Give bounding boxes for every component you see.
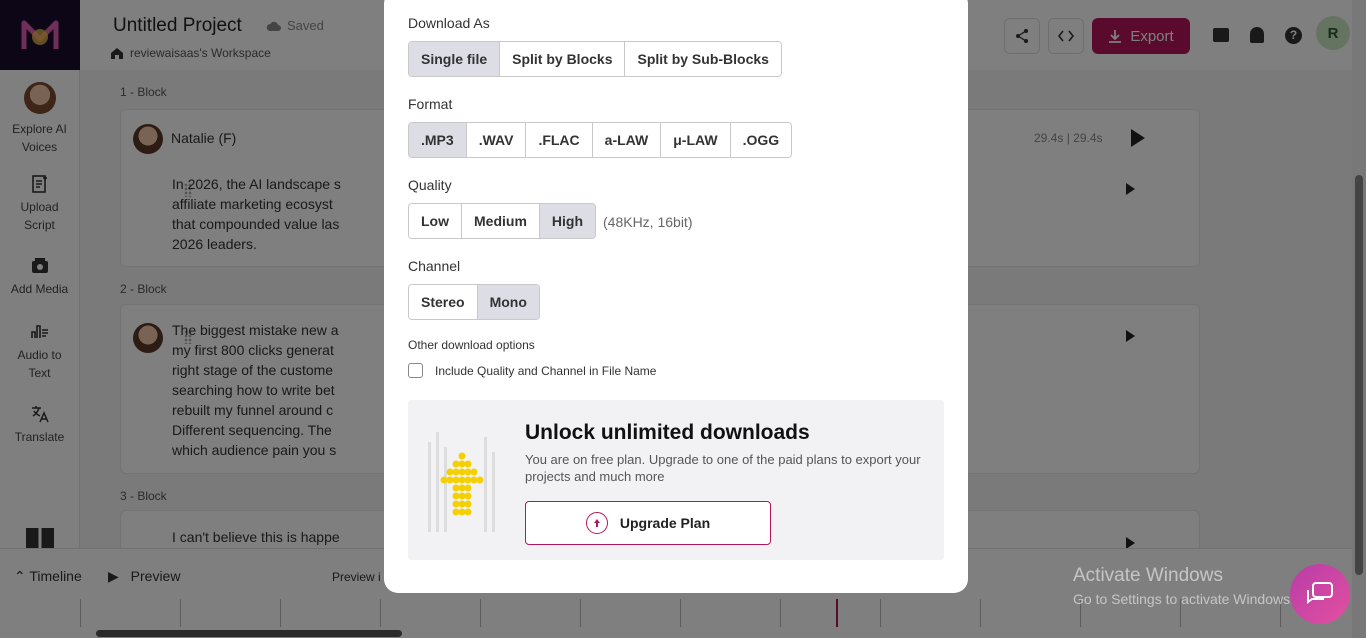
format-mp3[interactable]: .MP3 bbox=[409, 123, 467, 157]
quality-note: (48KHz, 16bit) bbox=[603, 214, 693, 230]
option-split-sub-blocks[interactable]: Split by Sub-Blocks bbox=[625, 42, 781, 76]
channel-selector: Stereo Mono bbox=[408, 284, 540, 320]
upsell-panel: Unlock unlimited downloads You are on fr… bbox=[408, 400, 944, 560]
upgrade-plan-label: Upgrade Plan bbox=[619, 515, 711, 531]
quality-high[interactable]: High bbox=[539, 204, 595, 238]
download-modal: Download As Single file Split by Blocks … bbox=[384, 0, 968, 593]
format-selector: .MP3 .WAV .FLAC a-LAW μ-LAW .OGG bbox=[408, 122, 793, 158]
include-quality-label[interactable]: Include Quality and Channel in File Name bbox=[435, 364, 656, 378]
format-label: Format bbox=[408, 96, 453, 112]
format-ogg[interactable]: .OGG bbox=[730, 123, 792, 157]
download-as-selector: Single file Split by Blocks Split by Sub… bbox=[408, 41, 782, 77]
format-ulaw[interactable]: μ-LAW bbox=[661, 123, 731, 157]
upgrade-plan-button[interactable]: Upgrade Plan bbox=[525, 501, 771, 545]
channel-mono[interactable]: Mono bbox=[477, 285, 539, 319]
include-quality-checkbox[interactable] bbox=[408, 363, 423, 378]
windows-activation-watermark: Activate Windows Go to Settings to activ… bbox=[1073, 565, 1294, 607]
channel-stereo[interactable]: Stereo bbox=[409, 285, 478, 319]
chat-bubble-icon bbox=[1307, 582, 1333, 604]
download-as-label: Download As bbox=[408, 15, 490, 31]
support-chat-button[interactable] bbox=[1290, 564, 1350, 624]
option-split-blocks[interactable]: Split by Blocks bbox=[500, 42, 626, 76]
quality-medium[interactable]: Medium bbox=[462, 204, 540, 238]
format-flac[interactable]: .FLAC bbox=[526, 123, 593, 157]
option-single-file[interactable]: Single file bbox=[409, 42, 501, 76]
upgrade-arrow-icon bbox=[428, 432, 495, 532]
arrow-up-icon bbox=[585, 512, 608, 534]
upsell-title: Unlock unlimited downloads bbox=[525, 421, 810, 444]
upsell-description: You are on free plan. Upgrade to one of … bbox=[525, 452, 921, 484]
channel-label: Channel bbox=[408, 258, 461, 274]
quality-label: Quality bbox=[408, 177, 452, 193]
format-alaw[interactable]: a-LAW bbox=[592, 123, 662, 157]
other-options-label: Other download options bbox=[408, 338, 535, 352]
quality-selector: Low Medium High bbox=[408, 203, 596, 239]
format-wav[interactable]: .WAV bbox=[466, 123, 527, 157]
quality-low[interactable]: Low bbox=[409, 204, 462, 238]
